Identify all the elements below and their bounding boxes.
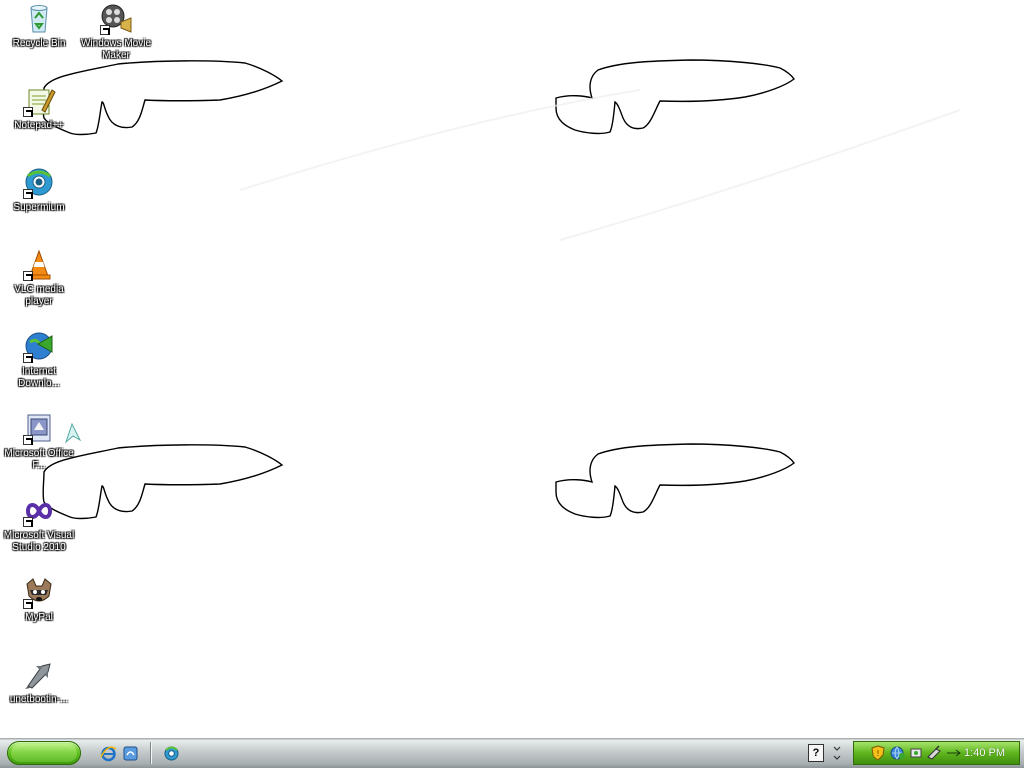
desktop-icon-label: Microsoft Visual Studio 2010 — [3, 530, 75, 553]
shortcut-arrow-icon — [23, 353, 33, 363]
office-file-icon — [22, 412, 56, 446]
supermium-quicklaunch-icon[interactable] — [163, 745, 180, 762]
shortcut-arrow-icon — [23, 189, 33, 199]
tray-expand-chevron-icon[interactable] — [832, 744, 842, 762]
cursor-arrow-icon — [64, 422, 82, 444]
taskbar: ? ! 1:40 PM — [0, 738, 1024, 768]
safely-remove-icon[interactable] — [926, 745, 942, 761]
wallpaper-sketch — [42, 59, 961, 520]
vlc-cone-icon — [22, 248, 56, 282]
connection-icon[interactable] — [908, 745, 924, 761]
quick-launch-separator — [150, 742, 152, 764]
sketch-top-right — [555, 59, 795, 135]
desktop-icon-label: unetbootin-... — [9, 694, 69, 705]
desktop-icon-label: Internet Downlo... — [18, 366, 60, 389]
desktop-icon-label: MyPal — [25, 612, 53, 623]
shortcut-arrow-icon — [100, 25, 110, 35]
desktop[interactable]: Recycle Bin Windows Movie Maker Notepad+… — [0, 0, 1024, 738]
shortcut-arrow-icon — [23, 435, 33, 445]
desktop-icon-unetbootin[interactable]: unetbootin-... — [0, 658, 78, 706]
desktop-icon-internet-download-manager[interactable]: Internet Downlo... — [0, 330, 78, 390]
sketch-top-left — [42, 60, 283, 136]
start-button[interactable] — [7, 741, 81, 765]
show-desktop-icon[interactable] — [122, 745, 139, 762]
unetbootin-icon — [22, 658, 56, 692]
network-icon[interactable] — [890, 745, 906, 761]
shortcut-arrow-icon — [23, 107, 33, 117]
internet-download-manager-icon — [22, 330, 56, 364]
desktop-icon-visual-studio-2010[interactable]: Microsoft Visual Studio 2010 — [0, 494, 78, 554]
desktop-icon-windows-movie-maker[interactable]: Windows Movie Maker — [77, 2, 155, 62]
sketch-bottom-left — [42, 444, 283, 520]
mypal-raccoon-icon — [22, 576, 56, 610]
desktop-icon-label: Microsoft Office F... — [4, 448, 74, 471]
desktop-icon-vlc-media-player[interactable]: VLC media player — [0, 248, 78, 308]
system-tray: ! 1:40 PM — [853, 741, 1020, 765]
clock[interactable]: 1:40 PM — [964, 747, 1005, 759]
shortcut-arrow-icon — [23, 271, 33, 281]
desktop-icon-label: Windows Movie Maker — [80, 38, 152, 61]
recycle-bin-icon — [22, 2, 56, 36]
desktop-icon-recycle-bin[interactable]: Recycle Bin — [0, 2, 78, 50]
desktop-icon-label: Recycle Bin — [12, 38, 66, 49]
notepad-plus-plus-icon — [22, 84, 56, 118]
internet-explorer-icon[interactable] — [100, 745, 117, 762]
supermium-icon — [22, 166, 56, 200]
help-icon[interactable]: ? — [808, 744, 824, 762]
start-orb-icon — [11, 744, 77, 762]
security-shield-icon[interactable]: ! — [870, 745, 886, 761]
visual-studio-icon — [22, 494, 56, 528]
shortcut-arrow-icon — [23, 517, 33, 527]
desktop-icon-mypal[interactable]: MyPal — [0, 576, 78, 624]
movie-maker-icon — [99, 2, 133, 36]
desktop-icon-label: VLC media player — [14, 284, 64, 307]
desktop-icon-label: Supermium — [13, 202, 65, 213]
desktop-icon-label: Notepad++ — [14, 120, 64, 131]
shortcut-arrow-icon — [23, 599, 33, 609]
volume-icon[interactable] — [946, 745, 962, 761]
svg-text:!: ! — [876, 749, 879, 758]
desktop-icon-notepad-plus-plus[interactable]: Notepad++ — [0, 84, 78, 132]
sketch-bottom-right — [555, 443, 795, 519]
desktop-icon-supermium[interactable]: Supermium — [0, 166, 78, 214]
